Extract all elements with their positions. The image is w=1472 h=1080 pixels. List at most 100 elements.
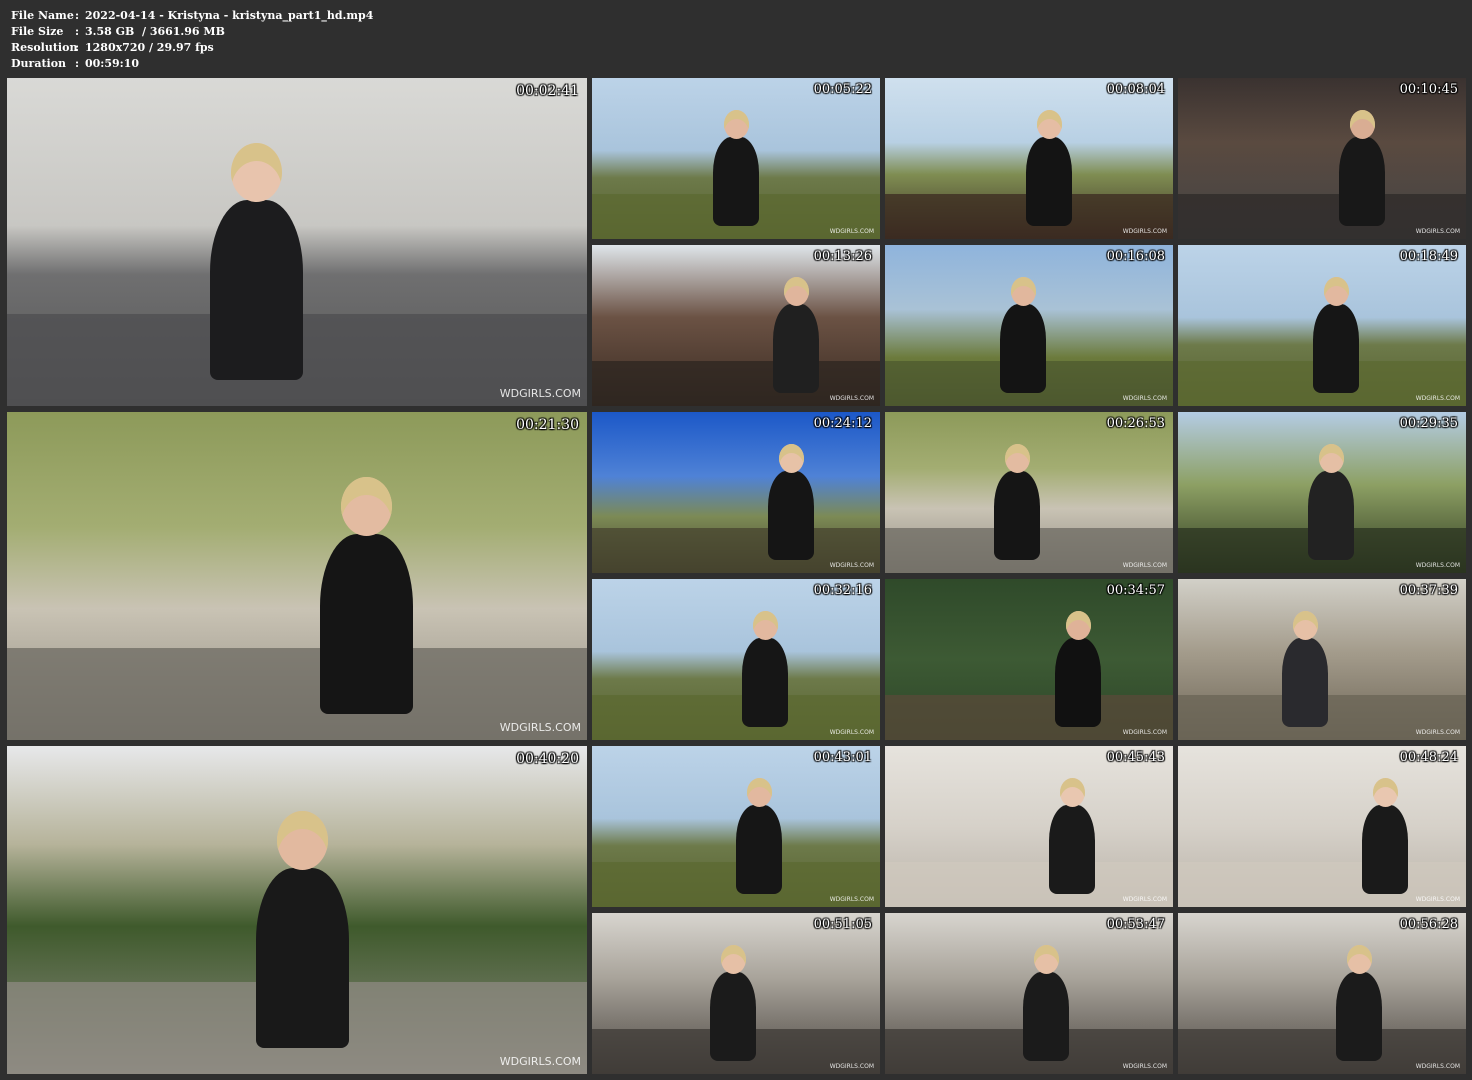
watermark: WDGIRLS.COM xyxy=(1122,562,1167,569)
person-figure xyxy=(768,471,814,560)
person-figure xyxy=(1313,304,1359,393)
thumbnail-timestamp: 00:08:04 xyxy=(1106,82,1165,97)
person-head xyxy=(1034,945,1059,974)
thumbnail-timestamp: 00:24:12 xyxy=(813,416,872,431)
person-figure xyxy=(1336,972,1382,1061)
watermark: WDGIRLS.COM xyxy=(499,721,581,734)
person-head xyxy=(721,945,746,974)
person-figure xyxy=(1055,638,1101,727)
watermark: WDGIRLS.COM xyxy=(1122,896,1167,903)
info-value: 1280x720 / 29.97 fps xyxy=(85,41,214,54)
person-figure xyxy=(1026,137,1072,226)
thumbnail-timestamp: 00:43:01 xyxy=(813,750,872,765)
thumbnail-timestamp: 00:10:45 xyxy=(1399,82,1458,97)
video-thumbnail: 00:08:04 WDGIRLS.COM xyxy=(885,78,1173,239)
thumbnail-timestamp: 00:45:43 xyxy=(1106,750,1165,765)
thumbnail-timestamp: 00:05:22 xyxy=(813,82,872,97)
video-thumbnail: 00:43:01 WDGIRLS.COM xyxy=(592,746,880,907)
person-figure xyxy=(994,471,1040,560)
person-figure xyxy=(1023,972,1069,1061)
thumbnail-timestamp: 00:51:05 xyxy=(813,917,872,932)
resolution-row: Resolution:1280x720 / 29.97 fps xyxy=(11,41,214,54)
file-info-panel: File Name:2022-04-14 - Kristyna - kristy… xyxy=(11,8,373,72)
thumbnail-timestamp: 00:02:41 xyxy=(516,83,579,99)
file-size-row: File Size:3.58 GB / 3661.96 MB xyxy=(11,25,225,38)
watermark: WDGIRLS.COM xyxy=(829,896,874,903)
person-head xyxy=(1293,611,1318,640)
person-head xyxy=(1350,110,1375,139)
watermark: WDGIRLS.COM xyxy=(1415,395,1460,402)
person-figure xyxy=(1282,638,1328,727)
person-figure xyxy=(1308,471,1354,560)
watermark: WDGIRLS.COM xyxy=(1415,228,1460,235)
person-head xyxy=(1324,277,1349,306)
person-head xyxy=(1347,945,1372,974)
video-thumbnail: 00:56:28 WDGIRLS.COM xyxy=(1178,913,1466,1074)
video-thumbnail: 00:45:43 WDGIRLS.COM xyxy=(885,746,1173,907)
info-label: File Name xyxy=(11,9,74,22)
thumbnail-timestamp: 00:16:08 xyxy=(1106,249,1165,264)
file-name-row: File Name:2022-04-14 - Kristyna - kristy… xyxy=(11,9,374,22)
person-figure xyxy=(736,805,782,894)
watermark: WDGIRLS.COM xyxy=(1122,729,1167,736)
watermark: WDGIRLS.COM xyxy=(829,729,874,736)
person-head xyxy=(784,277,809,306)
person-head xyxy=(747,778,772,807)
thumbnail-timestamp: 00:13:26 xyxy=(813,249,872,264)
watermark: WDGIRLS.COM xyxy=(499,1055,581,1068)
thumbnail-timestamp: 00:56:28 xyxy=(1399,917,1458,932)
video-thumbnail: 00:02:41 WDGIRLS.COM xyxy=(7,78,587,406)
thumbnail-timestamp: 00:34:57 xyxy=(1106,583,1165,598)
duration-row: Duration:00:59:10 xyxy=(11,57,140,70)
person-figure xyxy=(210,200,303,380)
info-label: Resolution xyxy=(11,41,78,54)
watermark: WDGIRLS.COM xyxy=(829,1063,874,1070)
person-figure xyxy=(1339,137,1385,226)
watermark: WDGIRLS.COM xyxy=(1415,562,1460,569)
video-thumbnail: 00:53:47 WDGIRLS.COM xyxy=(885,913,1173,1074)
video-thumbnail: 00:48:24 WDGIRLS.COM xyxy=(1178,746,1466,907)
person-head xyxy=(779,444,804,473)
thumbnail-timestamp: 00:53:47 xyxy=(1106,917,1165,932)
thumbnail-timestamp: 00:21:30 xyxy=(516,417,579,433)
watermark: WDGIRLS.COM xyxy=(1415,896,1460,903)
video-thumbnail: 00:13:26 WDGIRLS.COM xyxy=(592,245,880,406)
watermark: WDGIRLS.COM xyxy=(1122,395,1167,402)
person-head xyxy=(724,110,749,139)
person-head xyxy=(1060,778,1085,807)
person-figure xyxy=(710,972,756,1061)
person-figure xyxy=(742,638,788,727)
info-label: File Size xyxy=(11,25,64,38)
watermark: WDGIRLS.COM xyxy=(829,395,874,402)
person-head xyxy=(1005,444,1030,473)
person-head xyxy=(341,477,392,536)
video-thumbnail: 00:32:16 WDGIRLS.COM xyxy=(592,579,880,740)
video-thumbnail: 00:10:45 WDGIRLS.COM xyxy=(1178,78,1466,239)
person-head xyxy=(1066,611,1091,640)
watermark: WDGIRLS.COM xyxy=(1415,1063,1460,1070)
thumbnail-timestamp: 00:18:49 xyxy=(1399,249,1458,264)
thumbnail-timestamp: 00:40:20 xyxy=(516,751,579,767)
watermark: WDGIRLS.COM xyxy=(1122,1063,1167,1070)
person-figure xyxy=(320,534,413,714)
person-figure xyxy=(256,868,349,1048)
watermark: WDGIRLS.COM xyxy=(1415,729,1460,736)
watermark: WDGIRLS.COM xyxy=(1122,228,1167,235)
video-thumbnail: 00:16:08 WDGIRLS.COM xyxy=(885,245,1173,406)
person-head xyxy=(277,811,328,870)
thumbnail-timestamp: 00:48:24 xyxy=(1399,750,1458,765)
thumbnail-timestamp: 00:37:39 xyxy=(1399,583,1458,598)
watermark: WDGIRLS.COM xyxy=(829,228,874,235)
video-thumbnail: 00:37:39 WDGIRLS.COM xyxy=(1178,579,1466,740)
person-figure xyxy=(773,304,819,393)
video-thumbnail: 00:18:49 WDGIRLS.COM xyxy=(1178,245,1466,406)
person-head xyxy=(231,143,282,202)
video-thumbnail: 00:21:30 WDGIRLS.COM xyxy=(7,412,587,740)
person-figure xyxy=(1000,304,1046,393)
person-head xyxy=(1373,778,1398,807)
watermark: WDGIRLS.COM xyxy=(829,562,874,569)
video-thumbnail: 00:26:53 WDGIRLS.COM xyxy=(885,412,1173,573)
person-figure xyxy=(713,137,759,226)
info-value: 3.58 GB / 3661.96 MB xyxy=(85,25,225,38)
person-head xyxy=(753,611,778,640)
